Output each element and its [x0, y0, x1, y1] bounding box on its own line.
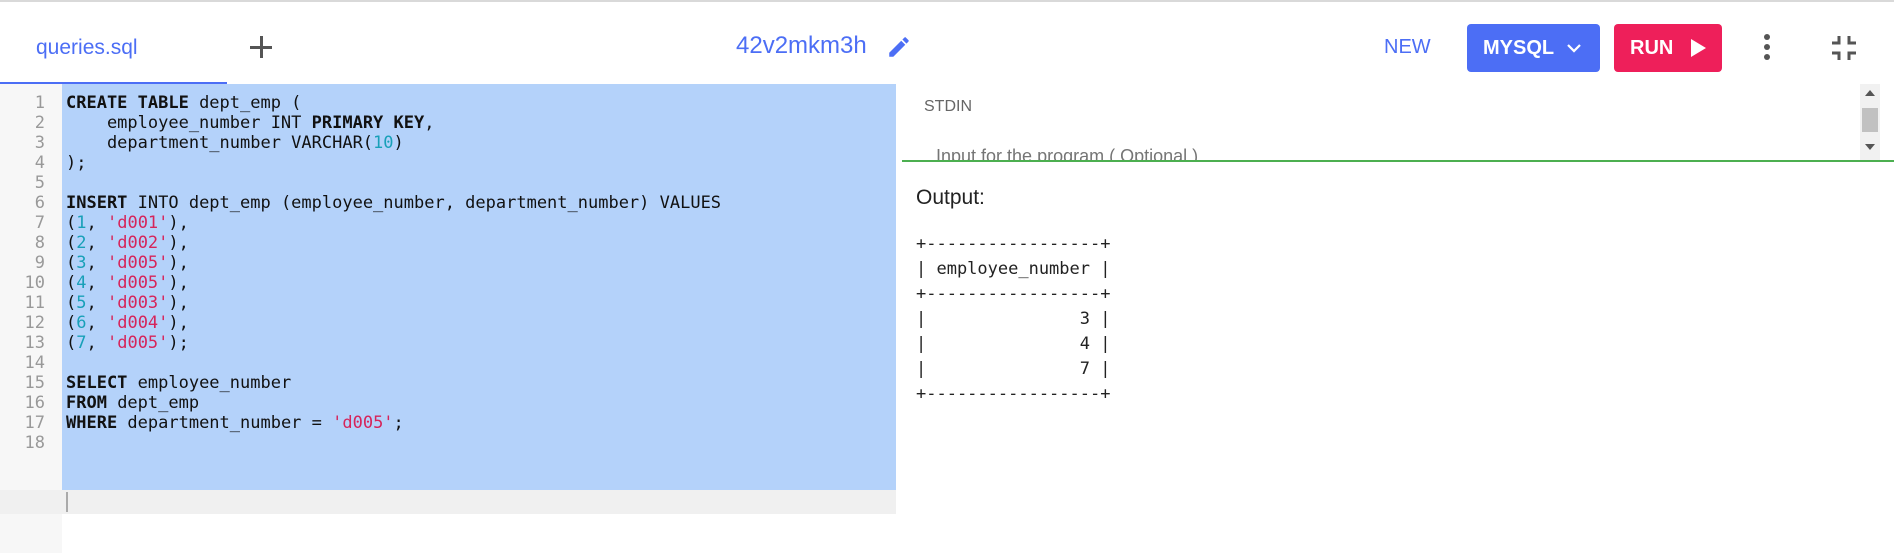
scroll-thumb[interactable] — [1862, 108, 1878, 132]
code-token: ), — [168, 253, 189, 273]
line-number: 18 — [24, 433, 45, 453]
code-token: SELECT — [66, 373, 128, 393]
code-token: 'd005' — [106, 253, 169, 273]
code-token: , — [86, 253, 107, 273]
code-token: ) — [393, 133, 404, 153]
code-token: 7 — [76, 333, 87, 353]
code-token: , — [86, 333, 107, 353]
run-label: RUN — [1630, 37, 1674, 59]
code-token: 'd003' — [106, 293, 169, 313]
language-select-button[interactable]: MYSQL — [1467, 24, 1600, 72]
code-token: ( — [66, 213, 77, 233]
code-token: department_number VARCHAR( — [66, 133, 374, 153]
code-token: 'd002' — [106, 233, 169, 253]
plus-icon[interactable] — [246, 32, 276, 62]
code-token: ); — [168, 333, 189, 353]
code-token: FROM — [66, 393, 107, 413]
code-token: employee_number — [127, 373, 292, 393]
code-token: 'd004' — [106, 313, 169, 333]
stdin-label: STDIN — [924, 98, 972, 115]
line-number-gutter: 1 2 3 4 5 6 7 8 9 10 11 12 13 14 15 16 17 18 — [0, 84, 62, 553]
code-token: ; — [393, 413, 404, 433]
code-token: 3 — [76, 253, 87, 273]
code-token: ( — [66, 253, 77, 273]
code-token: , — [86, 313, 107, 333]
code-token: ( — [66, 293, 77, 313]
code-token: 'd005' — [106, 273, 169, 293]
code-token: ( — [66, 333, 77, 353]
code-token: INSERT — [66, 193, 128, 213]
code-token: 'd001' — [106, 213, 169, 233]
code-token: ), — [168, 233, 189, 253]
output-result: +-----------------+ | employee_number | … — [916, 234, 1111, 404]
pencil-icon[interactable] — [886, 34, 912, 60]
new-button[interactable]: NEW — [1384, 36, 1431, 59]
code-token: PRIMARY KEY — [311, 113, 425, 133]
code-token: 10 — [373, 133, 394, 153]
collapse-icon[interactable] — [1830, 34, 1858, 62]
code-token: ), — [168, 273, 189, 293]
code-token: employee_number INT — [66, 113, 312, 133]
code-token: department_number = — [117, 413, 333, 433]
code-token: , — [86, 293, 107, 313]
code-line: ); — [66, 151, 86, 175]
code-token: , — [86, 233, 107, 253]
language-label: MYSQL — [1483, 37, 1555, 59]
code-token: 4 — [76, 273, 87, 293]
code-token: 6 — [76, 313, 87, 333]
code-token: , — [424, 113, 435, 133]
tab-label: queries.sql — [36, 36, 138, 59]
code-token: ( — [66, 313, 77, 333]
text-cursor — [66, 492, 68, 512]
code-token: 'd005' — [332, 413, 394, 433]
scroll-up-arrow-icon[interactable] — [1865, 90, 1875, 96]
code-line: WHERE department_number = 'd005'; — [66, 411, 404, 435]
code-token: ); — [66, 153, 87, 173]
code-token: ), — [168, 313, 189, 333]
code-token: ), — [168, 213, 189, 233]
more-options-icon[interactable] — [1762, 34, 1772, 64]
play-icon — [1691, 39, 1706, 57]
code-token: CREATE TABLE — [66, 93, 189, 113]
io-panel: STDIN Output: +-----------------+ | empl… — [902, 84, 1894, 553]
code-token: 'd005' — [106, 333, 169, 353]
code-token: ), — [168, 293, 189, 313]
stdin-scrollbar[interactable] — [1860, 84, 1880, 160]
code-token: , — [86, 273, 107, 293]
scroll-down-arrow-icon[interactable] — [1865, 144, 1875, 150]
code-token: dept_emp ( — [188, 93, 302, 113]
code-token: 5 — [76, 293, 87, 313]
code-token: ( — [66, 273, 77, 293]
code-line: (7, 'd005'); — [66, 331, 189, 355]
code-token: dept_emp — [106, 393, 200, 413]
code-token: WHERE — [66, 413, 118, 433]
active-line-highlight — [0, 490, 896, 514]
chevron-down-icon — [1567, 44, 1581, 53]
stdin-input[interactable] — [936, 146, 1636, 160]
code-token: 1 — [76, 213, 87, 233]
top-bar: queries.sql 42v2mkm3h NEW MYSQL RUN — [0, 0, 1894, 86]
code-token: INTO dept_emp (employee_number, departme… — [127, 193, 722, 213]
code-editor[interactable]: 1 2 3 4 5 6 7 8 9 10 11 12 13 14 15 16 17 18 CREATE TABLE… — [0, 84, 896, 553]
code-token: 2 — [76, 233, 87, 253]
output-label: Output: — [916, 186, 985, 209]
code-token: , — [86, 213, 107, 233]
code-token: ( — [66, 233, 77, 253]
stdin-panel: STDIN — [902, 84, 1894, 162]
code-line: department_number VARCHAR(10) — [66, 131, 404, 155]
tab-queries-sql[interactable]: queries.sql — [0, 10, 227, 86]
run-button[interactable]: RUN — [1614, 24, 1722, 72]
project-title: 42v2mkm3h — [736, 32, 867, 59]
